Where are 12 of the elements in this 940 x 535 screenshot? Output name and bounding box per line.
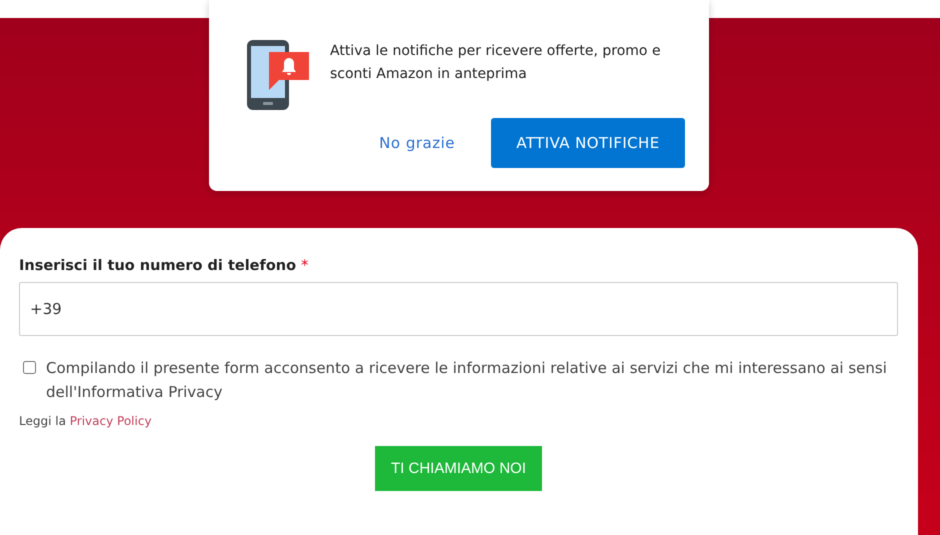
privacy-link[interactable]: Privacy Policy — [70, 414, 152, 428]
notification-message: Attiva le notifiche per ricevere offerte, promo e sconti Amazon in anteprima — [330, 42, 662, 84]
phone-field[interactable]: +39 — [19, 282, 898, 336]
phone-label: Inserisci il tuo numero di telefono — [19, 258, 296, 274]
call-me-button[interactable]: TI CHIAMIAMO NOI — [375, 446, 542, 491]
consent-checkbox[interactable] — [23, 361, 36, 374]
required-mark: * — [301, 258, 308, 274]
consent-text: Compilando il presente form acconsento a ricevere le informazioni relative ai servizi che mi interessano ai sensi dell'Informativa Privacy — [46, 358, 888, 403]
enable-notifications-button[interactable]: ATTIVA NOTIFICHE — [491, 118, 685, 168]
dismiss-button[interactable]: No grazie — [379, 134, 455, 152]
phone-bell-icon — [246, 40, 310, 110]
privacy-note: Leggi la Privacy Policy — [19, 414, 152, 428]
